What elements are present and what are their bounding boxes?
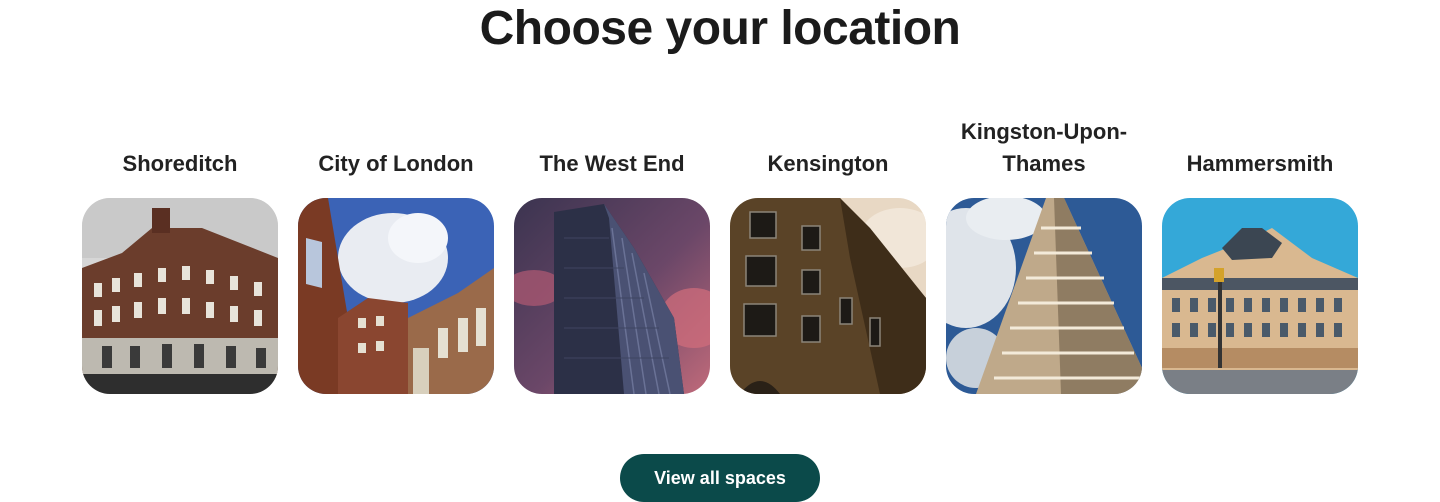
location-name[interactable]: Kensington: [718, 114, 938, 198]
location-card-hammersmith[interactable]: Hammersmith: [1162, 114, 1358, 394]
location-name[interactable]: The West End: [502, 114, 722, 198]
location-name[interactable]: City of London: [286, 114, 506, 198]
location-image-kensington[interactable]: [730, 198, 926, 394]
location-card-kensington[interactable]: Kensington: [730, 114, 926, 394]
location-card-city-of-london[interactable]: City of London: [298, 114, 494, 394]
location-card-the-west-end[interactable]: The West End: [514, 114, 710, 394]
location-name[interactable]: Shoreditch: [70, 114, 290, 198]
location-image-hammersmith[interactable]: [1162, 198, 1358, 394]
location-image-shoreditch[interactable]: [82, 198, 278, 394]
location-name[interactable]: Hammersmith: [1150, 114, 1370, 198]
view-all-spaces-button[interactable]: View all spaces: [620, 454, 820, 502]
page-title: Choose your location: [479, 2, 961, 55]
location-image-kingston-upon-thames[interactable]: [946, 198, 1142, 394]
location-card-shoreditch[interactable]: Shoreditch: [82, 114, 278, 394]
location-name[interactable]: Kingston-Upon-Thames: [934, 114, 1154, 198]
location-image-the-west-end[interactable]: [514, 198, 710, 394]
location-list: Shoreditch City of London The West End K…: [82, 114, 1358, 394]
location-image-city-of-london[interactable]: [298, 198, 494, 394]
location-card-kingston-upon-thames[interactable]: Kingston-Upon-Thames: [946, 114, 1142, 394]
